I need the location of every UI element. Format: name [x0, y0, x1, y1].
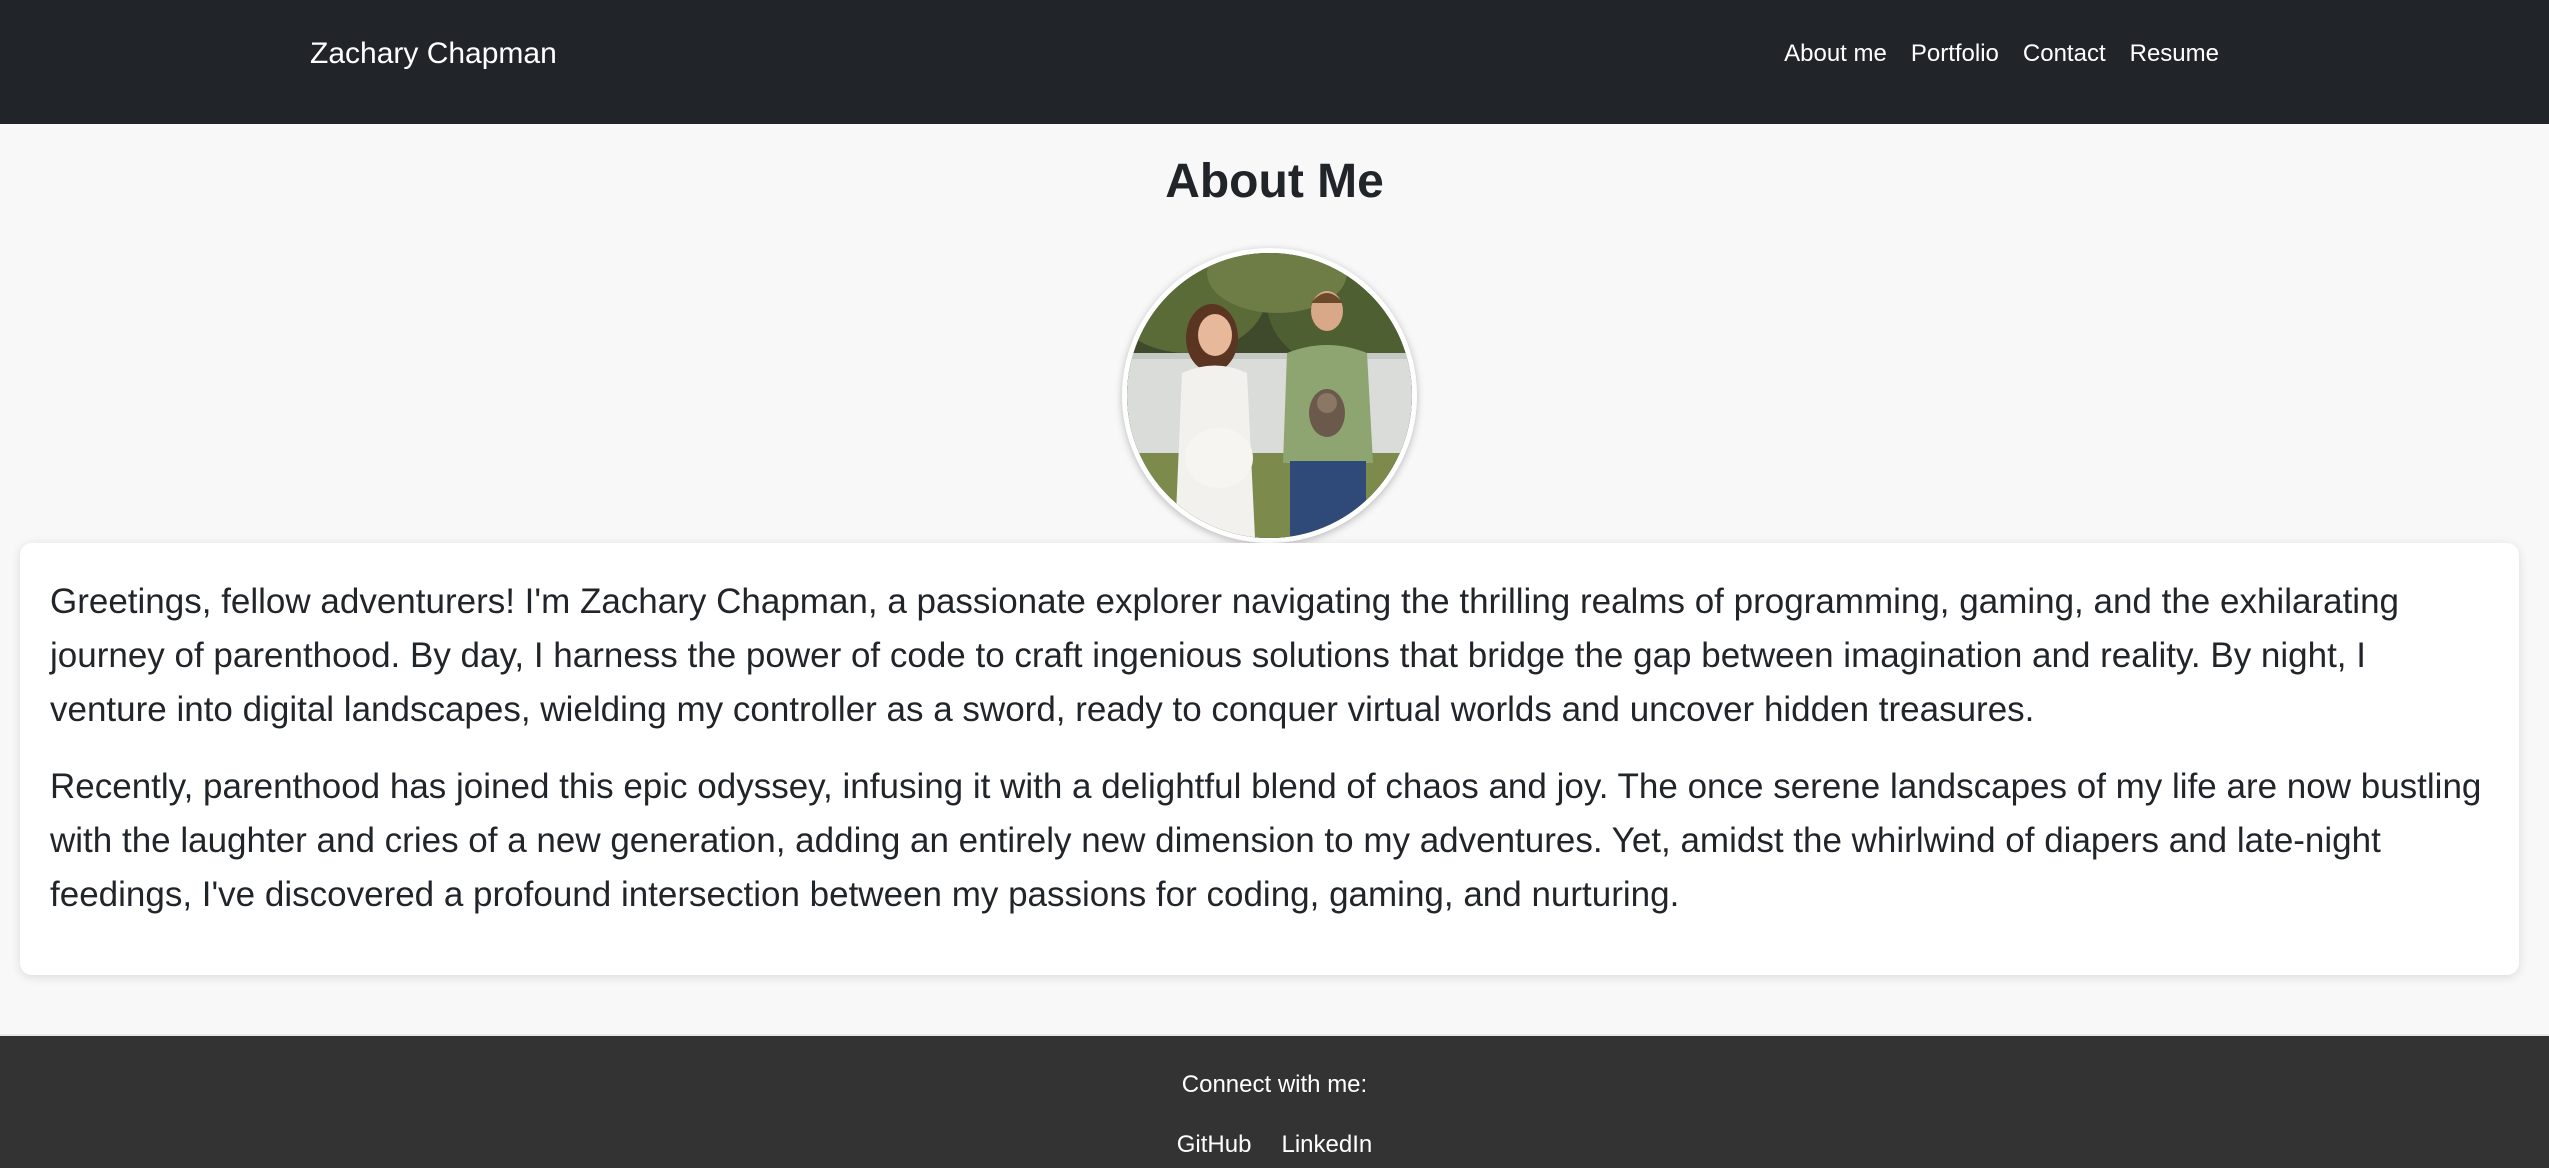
about-paragraph: Greetings, fellow adventurers! I'm Zacha…	[50, 582, 2399, 729]
profile-photo	[1122, 248, 1417, 543]
nav-link-portfolio[interactable]: Portfolio	[1911, 38, 1999, 70]
social-links: GitHub LinkedIn	[0, 1129, 2549, 1161]
about-section: About Me Greetings, fellow adventurers! …	[0, 124, 2549, 1004]
footer: Connect with me: GitHub LinkedIn	[0, 1034, 2549, 1168]
navbar: Zachary Chapman About me Portfolio Conta…	[0, 0, 2549, 124]
brand-link[interactable]: Zachary Chapman	[310, 36, 557, 72]
nav-link-resume[interactable]: Resume	[2130, 38, 2219, 70]
page-title: About Me	[1165, 155, 1384, 208]
nav-links: About me Portfolio Contact Resume	[1784, 38, 2219, 70]
profile-photo-image	[1127, 253, 1412, 538]
about-card: Greetings, fellow adventurers! I'm Zacha…	[20, 543, 2519, 975]
linkedin-link[interactable]: LinkedIn	[1281, 1129, 1372, 1161]
github-link[interactable]: GitHub	[1177, 1129, 1252, 1161]
about-paragraph: Recently, parenthood has joined this epi…	[50, 767, 2482, 914]
nav-link-about-me[interactable]: About me	[1784, 38, 1887, 70]
footer-connect-text: Connect with me:	[1181, 1071, 1368, 1098]
nav-link-contact[interactable]: Contact	[2023, 38, 2106, 70]
